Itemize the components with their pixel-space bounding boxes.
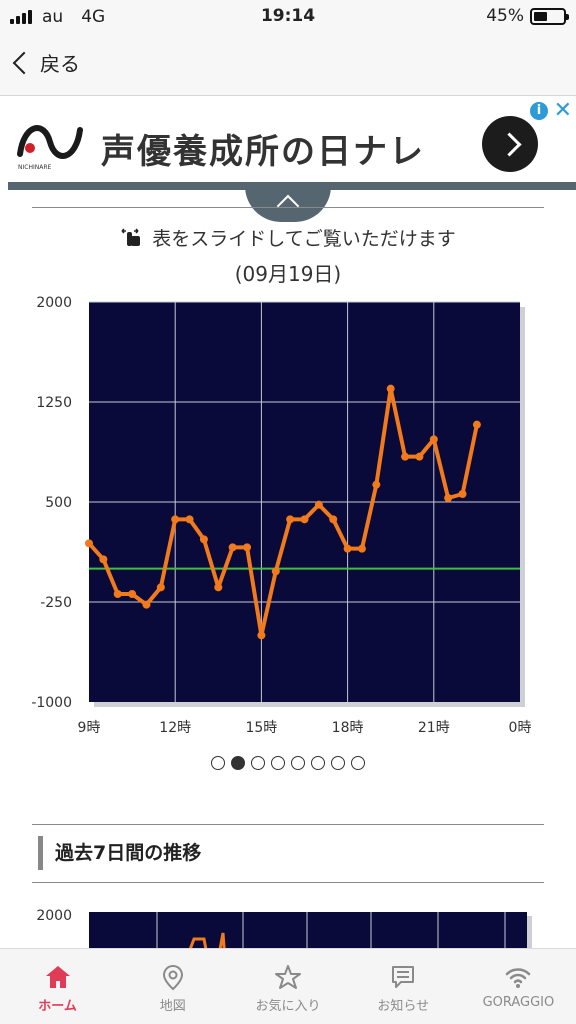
pager-dot[interactable] (331, 756, 345, 770)
chart-pager[interactable] (0, 756, 576, 770)
data-point (243, 543, 252, 552)
pager-dot[interactable] (251, 756, 265, 770)
divider (32, 882, 544, 883)
slide-hint-text: 表をスライドしてご覧いただけます (152, 228, 456, 250)
data-point (271, 567, 280, 576)
tab-label: 地図 (159, 999, 186, 1014)
x-tick-label: 21時 (418, 720, 450, 736)
star-icon (275, 965, 301, 989)
y-tick-label: 500 (45, 495, 72, 511)
tab-favorites[interactable]: お気に入り (230, 949, 345, 1024)
data-point (142, 600, 151, 609)
divider (32, 207, 544, 208)
pager-dot[interactable] (271, 756, 285, 770)
data-point (472, 420, 481, 429)
tab-label: お気に入り (255, 999, 321, 1014)
slide-hint: 表をスライドしてご覧いただけます (0, 224, 576, 251)
data-point (300, 515, 309, 524)
y-tick-label: 1250 (36, 395, 72, 411)
back-label: 戻る (40, 52, 80, 76)
data-point (228, 543, 237, 552)
navigation-bar: 戻る (0, 34, 576, 96)
tab-home[interactable]: ホーム (0, 949, 115, 1024)
data-point (329, 515, 338, 524)
data-point (458, 490, 467, 498)
data-point (257, 631, 266, 640)
tab-label: ホーム (38, 999, 77, 1014)
ad-text: 声優養成所の日ナレ (101, 132, 425, 172)
data-point (314, 500, 323, 509)
chevron-left-icon (12, 51, 36, 74)
data-point (156, 583, 165, 592)
status-bar: au 4G 19:14 45% (0, 0, 576, 34)
data-point (343, 544, 352, 553)
y-tick-label: -250 (40, 595, 72, 611)
data-point (286, 515, 295, 524)
data-point (386, 384, 395, 393)
x-tick-label: 15時 (245, 720, 277, 736)
data-point (185, 515, 194, 524)
x-tick-label: 9時 (78, 720, 101, 736)
data-point (415, 452, 424, 461)
data-point (171, 515, 180, 524)
data-point (372, 480, 381, 489)
swipe-hand-icon (121, 228, 141, 246)
pager-dot[interactable] (231, 756, 245, 770)
y-tick-label: -1000 (31, 695, 72, 711)
tab-label: GORAGGIO (482, 995, 555, 1010)
data-point (401, 452, 410, 461)
pager-dot[interactable] (291, 756, 305, 770)
data-point (444, 494, 453, 502)
pager-dot[interactable] (311, 756, 325, 770)
x-tick-label: 12時 (159, 720, 191, 736)
message-icon (392, 966, 415, 988)
x-tick-label: 0時 (509, 720, 532, 736)
home-icon (45, 966, 70, 988)
wifi-icon (506, 968, 531, 988)
data-point (214, 583, 223, 592)
map-pin-icon (162, 964, 183, 991)
battery-percent: 45% (486, 6, 524, 26)
ad-open-button[interactable] (482, 116, 538, 172)
ad-close-icon[interactable]: ✕ (554, 98, 572, 123)
data-point (357, 544, 366, 553)
data-point (429, 435, 438, 444)
chart-date: (09月19日) (234, 262, 342, 286)
tab-label: お知らせ (377, 999, 430, 1014)
data-point (113, 590, 122, 598)
back-button[interactable]: 戻る (8, 48, 80, 77)
ad-logo: NICHINARE (17, 125, 83, 171)
tab-bar: ホーム 地図 お気に入り お知らせ GORAGGIO (0, 948, 576, 1024)
x-tick-label: 18時 (332, 720, 364, 736)
tab-goraggio[interactable]: GORAGGIO (461, 949, 576, 1024)
ad-logo-text: NICHINARE (18, 164, 51, 171)
ad-banner[interactable]: NICHINARE 声優養成所の日ナレ i ✕ (8, 98, 576, 190)
ad-info-icon[interactable]: i (530, 102, 548, 120)
data-point (85, 539, 93, 548)
tab-map[interactable]: 地図 (115, 949, 230, 1024)
data-point (99, 555, 108, 564)
section-title: 過去7日間の推移 (38, 836, 201, 870)
pager-dot[interactable] (351, 756, 365, 770)
tab-notices[interactable]: お知らせ (346, 949, 461, 1024)
weekly-y-label: 2000 (36, 908, 72, 924)
y-tick-label: 2000 (36, 295, 72, 311)
data-point (128, 590, 137, 598)
pager-dot[interactable] (211, 756, 225, 770)
daily-chart[interactable]: 2000 1250 500 -250 -1000 9時 12時 15時 18時 21時 0時 (0, 286, 576, 746)
divider (32, 824, 544, 825)
daily-chart-svg: 2000 1250 500 -250 -1000 9時 12時 15時 18時 21時 0時 (31, 295, 532, 736)
data-point (199, 535, 208, 544)
battery-icon (530, 7, 569, 25)
collapse-ad-button[interactable] (245, 186, 331, 222)
